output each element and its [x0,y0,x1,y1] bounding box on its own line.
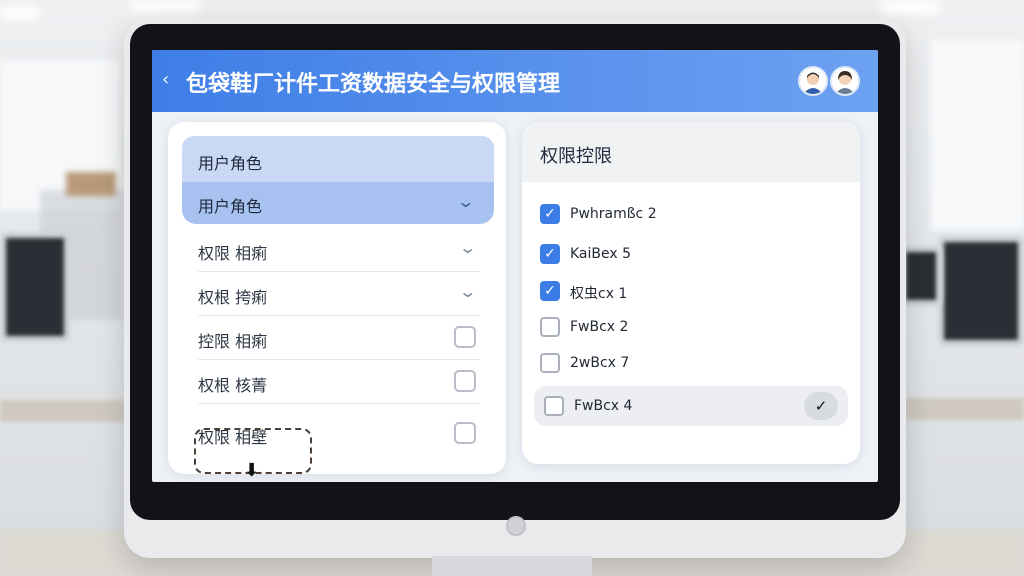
background-desk [906,398,1024,420]
checkbox-unchecked[interactable] [540,353,560,373]
chevron-down-icon[interactable]: ⌄ [458,282,477,301]
permissions-panel-header: 权限控限 [522,122,860,182]
back-icon[interactable]: ‹ [162,70,182,90]
checkbox-unchecked[interactable] [544,396,564,416]
background-monitor [938,236,1024,346]
role-checkbox[interactable] [454,370,476,392]
user-avatar-1[interactable] [798,66,828,96]
checkbox-unchecked[interactable] [540,317,560,337]
permission-label: Pwhramßc 2 [570,206,657,222]
checkbox-checked[interactable]: ✓ [540,204,560,224]
ceiling-light [130,0,200,14]
drag-arrow-icon: ⬇ [244,460,260,481]
permission-label: FwBcx 4 [574,398,633,414]
user-avatar-2[interactable] [830,66,860,96]
background-window [930,40,1024,230]
role-item[interactable]: 控限 相痢 [198,316,480,360]
permission-label: FwBcx 2 [570,319,629,335]
role-item[interactable]: 权根 核菁 [198,360,480,404]
role-checkbox[interactable] [454,422,476,444]
permissions-panel: 权限控限 ✓ Pwhramßc 2 ✓ KaiBex 5 ✓ 权虫cx 1 Fw… [522,122,860,464]
monitor-stand [432,556,592,576]
chevron-down-icon[interactable]: ⌄ [458,238,477,257]
page-title: 包袋鞋厂计件工资数据安全与权限管理 [186,72,561,97]
role-item-label: 权限 相痢 [198,244,268,263]
role-item-label: 控限 相痢 [198,332,268,351]
permission-label: KaiBex 5 [570,246,632,262]
background-box [66,172,116,196]
role-item[interactable]: 权根 挎痢 ⌄ [198,272,480,316]
checkbox-checked[interactable]: ✓ [540,244,560,264]
app-screen: ‹ 包袋鞋厂计件工资数据安全与权限管理 用户角色 用户角色 ⌄ 权限 相痢 ⌄ [152,50,878,482]
chevron-down-icon[interactable]: ⌄ [456,192,475,211]
permission-label: 权虫cx 1 [570,286,628,302]
background-monitor [0,232,70,342]
avatar-icon [803,72,823,94]
roles-panel: 用户角色 用户角色 ⌄ 权限 相痢 ⌄ 权根 挎痢 ⌄ 控限 相痢 权根 核菁 … [168,122,506,481]
monitor-logo [506,516,526,536]
background-desk [0,400,124,422]
ceiling-light [0,6,40,20]
role-item[interactable]: 权限 相痢 ⌄ [198,228,480,272]
role-item-label: 权根 挎痢 [198,288,268,307]
confirm-check-icon[interactable]: ✓ [804,392,838,420]
role-item-label: 权根 核菁 [198,376,268,395]
roles-panel-header: 用户角色 [182,136,494,182]
app-header: ‹ 包袋鞋厂计件工资数据安全与权限管理 [152,50,878,112]
role-item-selected[interactable]: 用户角色 ⌄ [182,182,494,224]
permission-label: 2wBcx 7 [570,355,630,371]
ceiling-light [880,0,940,14]
avatar-icon [835,71,855,94]
role-checkbox[interactable] [454,326,476,348]
role-item-label: 用户角色 [198,197,263,216]
checkbox-checked[interactable]: ✓ [540,281,560,301]
background-monitor [900,246,942,306]
